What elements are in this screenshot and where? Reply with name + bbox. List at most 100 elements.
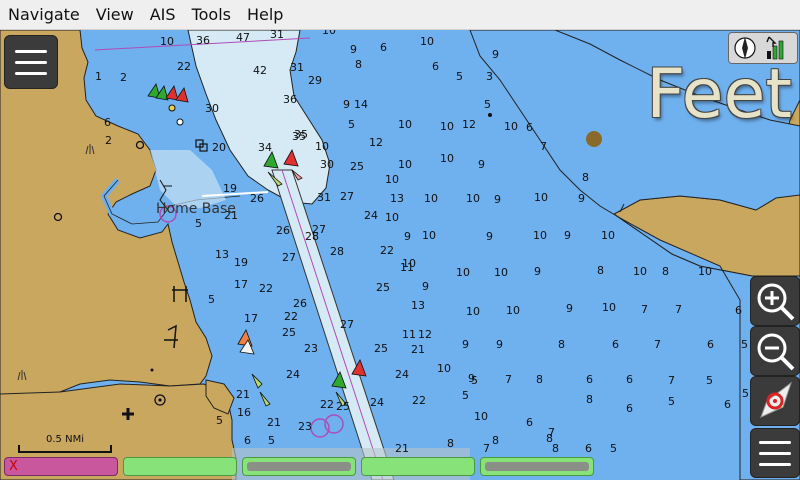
depth-sounding: 36 xyxy=(196,34,210,47)
depth-sounding: 5 xyxy=(268,434,275,447)
depth-sounding: 27 xyxy=(282,251,296,264)
options-menu-button[interactable] xyxy=(750,428,800,478)
piano-close-icon[interactable]: X xyxy=(9,459,18,474)
depth-sounding: 10 xyxy=(398,118,412,131)
depth-sounding: 10 xyxy=(494,266,508,279)
zoom-out-button[interactable] xyxy=(750,326,800,376)
depth-sounding: 10 xyxy=(385,211,399,224)
depth-sounding: 22 xyxy=(412,394,426,407)
main-menu-button[interactable] xyxy=(4,35,58,89)
depth-sounding: 9 xyxy=(578,192,585,205)
depth-sounding: 5 xyxy=(208,293,215,306)
depth-sounding: 9 xyxy=(404,230,411,243)
depth-sounding: 10 xyxy=(633,265,647,278)
zoom-in-button[interactable] xyxy=(750,276,800,326)
depth-sounding: 12 xyxy=(418,328,432,341)
depth-sounding: 16 xyxy=(237,406,251,419)
follow-boat-button[interactable] xyxy=(750,376,800,426)
depth-sounding: 7 xyxy=(641,303,648,316)
depth-sounding: 10 xyxy=(315,140,329,153)
depth-sounding: 10 xyxy=(437,362,451,375)
depth-sounding: 25 xyxy=(350,160,364,173)
depth-sounding: 9 xyxy=(496,338,503,351)
depth-sounding: 5 xyxy=(348,118,355,131)
zoom-in-icon xyxy=(757,283,795,321)
depth-sounding: 6 xyxy=(735,304,742,317)
depth-sounding: 47 xyxy=(236,31,250,44)
depth-sounding: 10 xyxy=(504,120,518,133)
depth-sounding: 6 xyxy=(586,373,593,386)
menu-tools[interactable]: Tools xyxy=(184,5,239,24)
depth-sounding: 13 xyxy=(390,192,404,205)
depth-sounding: 9 xyxy=(343,98,350,111)
menu-bar: Navigate View AIS Tools Help xyxy=(0,0,800,30)
depth-sounding: 5 xyxy=(742,387,749,400)
depth-sounding: 14 xyxy=(354,98,368,111)
depth-sounding: 7 xyxy=(505,373,512,386)
depth-sounding: 25 xyxy=(376,281,390,294)
depth-sounding: 6 xyxy=(104,116,111,129)
depth-sounding: 11 xyxy=(400,261,414,274)
depth-sounding: 9 xyxy=(422,280,429,293)
depth-sounding: 10 xyxy=(698,265,712,278)
status-indicator[interactable] xyxy=(728,32,798,64)
depth-sounding: 21 xyxy=(236,388,250,401)
depth-sounding: 9 xyxy=(486,230,493,243)
piano-key-chart-1[interactable] xyxy=(242,457,356,476)
depth-sounding: 10 xyxy=(385,173,399,186)
depth-sounding: 5 xyxy=(706,374,713,387)
depth-sounding: 5 xyxy=(216,414,223,427)
scale-bar: 0.5 NMi xyxy=(18,434,112,453)
depth-sounding: 29 xyxy=(308,74,322,87)
depth-sounding: 3 xyxy=(486,70,493,83)
depth-sounding: 10 xyxy=(160,35,174,48)
boat-follow-icon xyxy=(760,381,792,418)
depth-sounding: 10 xyxy=(601,229,615,242)
depth-sounding: 8 xyxy=(586,393,593,406)
depth-sounding: 8 xyxy=(492,434,499,447)
depth-sounding: 5 xyxy=(462,389,469,402)
depth-sounding: 17 xyxy=(244,312,258,325)
depth-sounding: 5 xyxy=(668,395,675,408)
depth-sounding: 10 xyxy=(420,35,434,48)
depth-sounding: 9 xyxy=(494,193,501,206)
depth-sounding: 10 xyxy=(440,120,454,133)
piano-key-green[interactable] xyxy=(123,457,237,476)
depth-sounding: 24 xyxy=(370,396,384,409)
menu-view[interactable]: View xyxy=(88,5,142,24)
depth-sounding: 25 xyxy=(282,326,296,339)
depth-sounding: 8 xyxy=(536,373,543,386)
depth-sounding: 36 xyxy=(283,93,297,106)
depth-sounding: 10 xyxy=(322,30,336,37)
depth-sounding: 35 xyxy=(294,128,308,141)
depth-sounding: 8 xyxy=(662,265,669,278)
piano-key-chart-2[interactable] xyxy=(480,457,594,476)
depth-sounding: 6 xyxy=(724,398,731,411)
depth-sounding: 27 xyxy=(340,190,354,203)
depth-sounding: 22 xyxy=(259,282,273,295)
depth-sounding: 25 xyxy=(336,400,350,413)
depth-sounding: 19 xyxy=(234,256,248,269)
depth-sounding: 12 xyxy=(462,118,476,131)
depth-sounding: 7 xyxy=(668,374,675,387)
depth-sounding: 2 xyxy=(120,71,127,84)
depth-sounding: 8 xyxy=(552,442,559,455)
depth-sounding: 10 xyxy=(533,229,547,242)
place-label-home-base: Home Base xyxy=(156,201,236,217)
depth-sounding: 26 xyxy=(293,297,307,310)
depth-sounding: 26 xyxy=(250,192,264,205)
depth-sounding: 8 xyxy=(597,264,604,277)
depth-sounding: 26 xyxy=(276,224,290,237)
piano-key-green-2[interactable] xyxy=(361,457,475,476)
piano-key-magenta[interactable] xyxy=(4,457,118,476)
menu-navigate[interactable]: Navigate xyxy=(0,5,88,24)
depth-sounding: 7 xyxy=(540,140,547,153)
menu-ais[interactable]: AIS xyxy=(142,5,184,24)
depth-sounding: 21 xyxy=(267,416,281,429)
menu-help[interactable]: Help xyxy=(239,5,291,24)
depth-sounding: 9 xyxy=(462,338,469,351)
landmark-dot xyxy=(150,368,154,372)
depth-sounding: 31 xyxy=(317,191,331,204)
menu-icon xyxy=(759,440,791,444)
zoom-out-icon xyxy=(757,333,795,371)
